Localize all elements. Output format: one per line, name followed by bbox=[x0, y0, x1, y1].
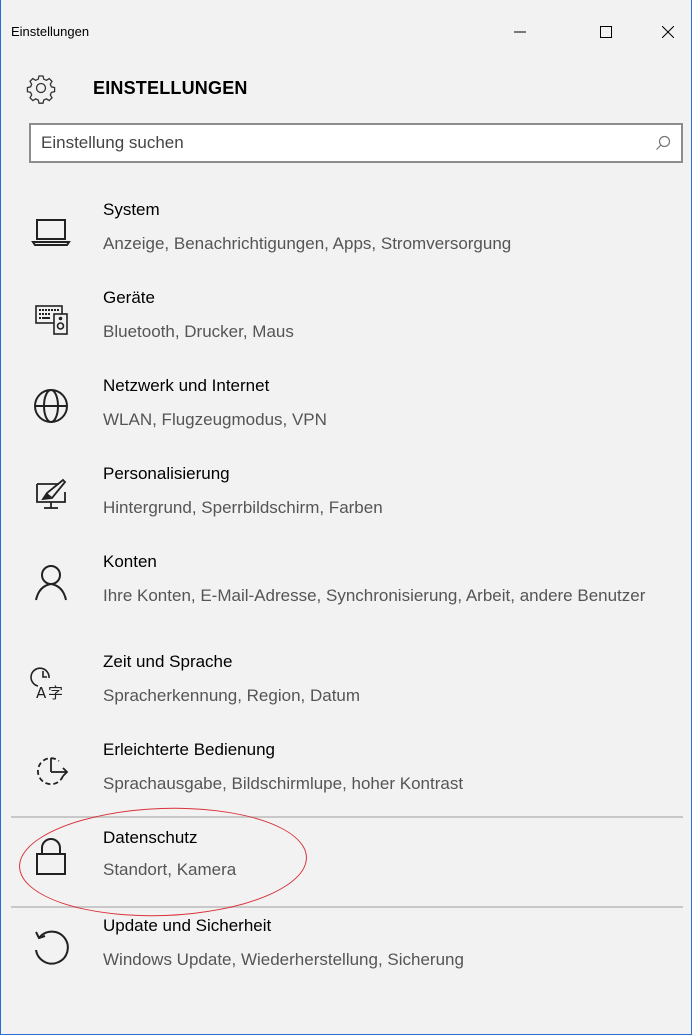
svg-text:A: A bbox=[36, 684, 47, 702]
search-box[interactable] bbox=[29, 123, 683, 163]
page-title: EINSTELLUNGEN bbox=[93, 78, 248, 98]
globe-icon bbox=[34, 389, 68, 423]
title-bar[interactable]: Einstellungen bbox=[1, 0, 691, 60]
settings-item-network[interactable]: Netzwerk und Internet WLAN, Flugzeugmodu… bbox=[11, 366, 683, 454]
ease-of-access-icon bbox=[37, 757, 69, 786]
item-description: Bluetooth, Drucker, Maus bbox=[103, 322, 294, 341]
item-description: Standort, Kamera bbox=[103, 860, 237, 879]
item-description: Ihre Konten, E-Mail-Adresse, Synchronisi… bbox=[103, 586, 646, 605]
minimize-icon bbox=[514, 31, 526, 33]
item-name: Datenschutz bbox=[103, 828, 198, 847]
maximize-button[interactable] bbox=[583, 14, 629, 50]
settings-item-devices[interactable]: Geräte Bluetooth, Drucker, Maus bbox=[11, 278, 683, 366]
settings-item-accounts[interactable]: Konten Ihre Konten, E-Mail-Adresse, Sync… bbox=[11, 542, 683, 642]
search-icon[interactable] bbox=[655, 135, 671, 151]
settings-item-time-language[interactable]: A 字 Zeit und Sprache Spracherkennung, Re… bbox=[11, 642, 683, 730]
item-description: Hintergrund, Sperrbildschirm, Farben bbox=[103, 498, 383, 517]
item-name: Netzwerk und Internet bbox=[103, 376, 270, 395]
settings-item-privacy[interactable]: Datenschutz Standort, Kamera bbox=[11, 816, 683, 908]
item-description: Sprachausgabe, Bildschirmlupe, hoher Kon… bbox=[103, 774, 464, 793]
item-name: Personalisierung bbox=[103, 464, 230, 483]
item-name: System bbox=[103, 200, 160, 219]
item-description: Anzeige, Benachrichtigungen, Apps, Strom… bbox=[103, 234, 512, 253]
settings-item-ease-of-access[interactable]: Erleichterte Bedienung Sprachausgabe, Bi… bbox=[11, 730, 683, 816]
minimize-button[interactable] bbox=[497, 14, 543, 50]
person-icon bbox=[35, 565, 67, 601]
item-description: Windows Update, Wiederherstellung, Siche… bbox=[103, 950, 464, 969]
time-language-icon: A 字 bbox=[30, 667, 63, 702]
paintbrush-icon bbox=[36, 478, 67, 509]
item-name: Zeit und Sprache bbox=[103, 652, 233, 671]
settings-item-update-security[interactable]: Update und Sicherheit Windows Update, Wi… bbox=[11, 906, 683, 994]
gear-icon bbox=[26, 75, 56, 104]
devices-icon bbox=[35, 305, 68, 335]
settings-window: Einstellungen EINSTELLUNGEN Einstellung … bbox=[0, 0, 692, 1035]
laptop-icon bbox=[31, 219, 71, 246]
close-icon bbox=[662, 26, 674, 38]
maximize-icon bbox=[600, 26, 612, 38]
settings-item-system[interactable]: System Anzeige, Benachrichtigungen, Apps… bbox=[11, 190, 683, 278]
close-button[interactable] bbox=[645, 14, 691, 50]
window-title: Einstellungen bbox=[11, 24, 90, 39]
item-description: WLAN, Flugzeugmodus, VPN bbox=[103, 410, 327, 429]
item-name: Konten bbox=[103, 552, 157, 571]
item-name: Geräte bbox=[103, 288, 155, 307]
settings-header: EINSTELLUNGEN bbox=[1, 64, 691, 112]
settings-item-personalization[interactable]: Personalisierung Hintergrund, Sperrbilds… bbox=[11, 454, 683, 542]
item-description: Spracherkennung, Region, Datum bbox=[103, 686, 361, 705]
update-icon bbox=[35, 930, 69, 965]
search-input[interactable] bbox=[41, 132, 631, 154]
item-name: Update und Sicherheit bbox=[103, 916, 272, 935]
lock-icon bbox=[36, 838, 66, 875]
svg-text:字: 字 bbox=[48, 684, 63, 702]
item-name: Erleichterte Bedienung bbox=[103, 740, 276, 759]
